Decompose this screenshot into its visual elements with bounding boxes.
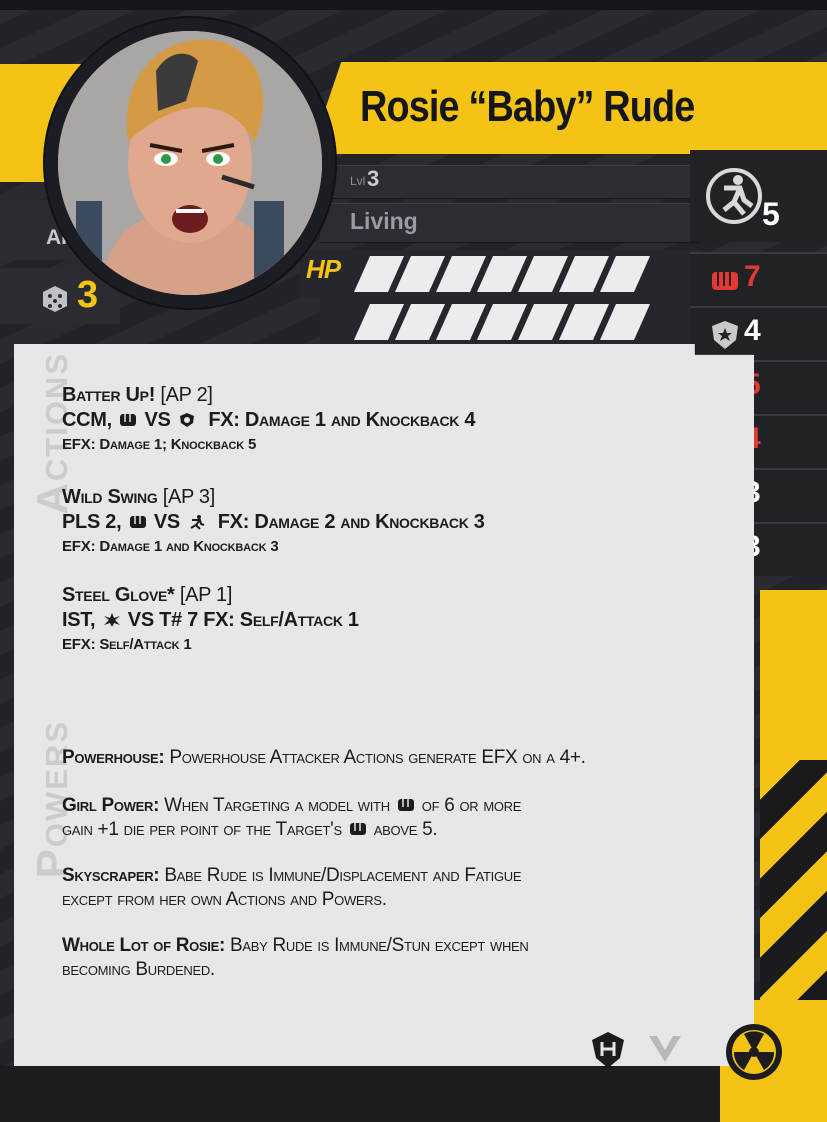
action-vs: VS: [153, 511, 180, 533]
action-name: Steel Glove*: [62, 584, 175, 606]
power-skyscraper: Skyscraper: Babe Rude is Immune/Displace…: [62, 864, 752, 912]
runner-icon: [190, 515, 205, 530]
defense-stat: 4: [690, 306, 827, 360]
fist-icon: [712, 272, 738, 290]
action-stat: IST,: [62, 609, 96, 631]
shield-icon: [179, 413, 194, 427]
portrait-illustration: [58, 31, 322, 295]
hp-box[interactable]: [599, 304, 651, 340]
bottom-frame: [0, 1066, 720, 1122]
action-stat: CCM,: [62, 409, 112, 431]
action-efx: EFX: Self/Attack 1: [62, 636, 192, 653]
action-ap-cost: [AP 2]: [160, 384, 213, 406]
fist-icon: [349, 823, 366, 835]
action-ap-cost: [AP 1]: [179, 584, 233, 606]
fist-icon: [129, 516, 146, 528]
action-efx: EFX: Damage 1; Knockback 5: [62, 436, 257, 453]
villain-faction-icon: [649, 1036, 681, 1062]
power-powerhouse: Powerhouse: Powerhouse Attacker Actions …: [62, 746, 752, 770]
hp-label: HP: [306, 254, 341, 284]
attack-value: 7: [744, 260, 761, 293]
power-text: becoming Burdened.: [62, 959, 215, 980]
action-stat: PLS 2,: [62, 511, 122, 533]
power-text: except from her own Actions and Powers.: [62, 889, 387, 910]
power-text: above 5.: [373, 819, 438, 840]
power-text: of 6 or more: [421, 795, 522, 816]
power-name: Girl Power:: [62, 795, 160, 816]
power-name: Powerhouse:: [62, 747, 165, 768]
fist-icon: [397, 799, 414, 811]
dice-value: 3: [77, 274, 99, 316]
hp-track-row-2: [320, 298, 700, 346]
action-batter-up: Batter Up! [AP 2] CCM, VS FX: Damage 1 a…: [62, 384, 702, 453]
impact-icon: [103, 613, 120, 627]
power-text: gain +1 die per point of the Target's: [62, 819, 342, 840]
hazard-stripes: [760, 760, 827, 1010]
character-type: Living: [350, 208, 418, 234]
power-name: Skyscraper:: [62, 865, 160, 886]
action-steel-glove: Steel Glove* [AP 1] IST, VS T# 7 FX: Sel…: [62, 584, 702, 653]
character-name: Rosie “Baby” Rude: [360, 82, 695, 131]
action-fx: FX: Damage 1 and Knockback 4: [208, 409, 476, 431]
action-ap-cost: [AP 3]: [162, 486, 216, 508]
action-name: Wild Swing: [62, 486, 158, 508]
character-card: Rosie “Baby” Rude Lvl 3 Living HP AP 4 3: [0, 0, 827, 1122]
character-portrait: [58, 31, 322, 295]
dice-icon: [43, 286, 67, 312]
defense-value: 4: [744, 314, 761, 347]
power-text: When Targeting a model with: [164, 795, 390, 816]
level-label: Lvl: [350, 174, 366, 188]
power-text: Babe Rude is Immune/Displacement and Fat…: [164, 865, 522, 886]
power-whole-lot-of-rosie: Whole Lot of Rosie: Baby Rude is Immune/…: [62, 934, 752, 982]
power-text: Powerhouse Attacker Actions generate EFX…: [169, 747, 586, 768]
hero-faction-icon: [592, 1032, 624, 1068]
power-text: Baby Rude is Immune/Stun except when: [230, 935, 529, 956]
speed-stat: 5: [690, 150, 827, 242]
radiation-icon: [726, 1024, 782, 1080]
action-fx: FX: Damage 2 and Knockback 3: [217, 511, 485, 533]
action-vs: VS T# 7: [127, 609, 198, 631]
shield-icon: [712, 321, 738, 349]
power-girl-power: Girl Power: When Targeting a model with …: [62, 794, 752, 842]
speed-value: 5: [762, 196, 780, 232]
top-frame: [0, 0, 827, 10]
speed-icon: [706, 168, 762, 224]
power-name: Whole Lot of Rosie:: [62, 935, 226, 956]
action-name: Batter Up!: [62, 384, 156, 406]
attack-stat: 7: [690, 252, 827, 306]
action-vs: VS: [144, 409, 171, 431]
action-efx: EFX: Damage 1 and Knockback 3: [62, 538, 279, 555]
hp-track-row-1: [300, 250, 700, 298]
level-value: 3: [367, 166, 380, 191]
fist-icon: [120, 414, 137, 426]
action-fx: FX: Self/Attack 1: [203, 609, 359, 631]
hp-box[interactable]: [599, 256, 651, 292]
action-wild-swing: Wild Swing [AP 3] PLS 2, VS FX: Damage 2…: [62, 486, 702, 555]
